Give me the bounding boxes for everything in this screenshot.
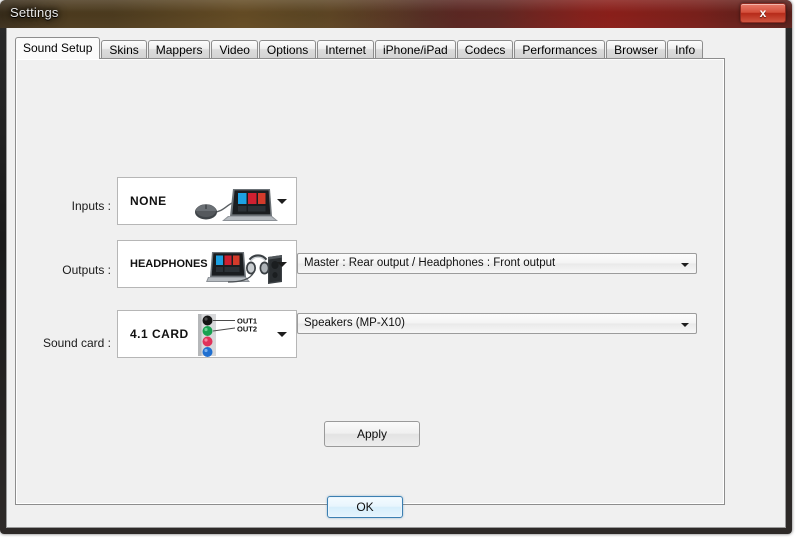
- window-titlebar[interactable]: Settings x: [0, 0, 792, 28]
- outputs-combo-chevron-down-icon: [277, 262, 287, 267]
- inputs-device-value: NONE: [130, 194, 167, 208]
- inputs-combo-chevron-down-icon: [277, 199, 287, 204]
- tab-options[interactable]: Options: [258, 40, 317, 59]
- tab-video[interactable]: Video: [211, 40, 258, 59]
- tab-performances[interactable]: Performances: [514, 40, 606, 59]
- window-client-area: Sound Setup Skins Mappers Video Options …: [6, 28, 786, 528]
- tab-strip: Sound Setup Skins Mappers Video Options …: [15, 37, 725, 59]
- sound-card-device-value: 4.1 CARD: [130, 327, 189, 341]
- outputs-routing-combo[interactable]: Master : Rear output / Headphones : Fron…: [297, 253, 697, 274]
- outputs-device-value: HEADPHONES: [130, 258, 208, 270]
- sound-card-label: Sound card :: [42, 336, 111, 350]
- titlebar-gloss: [0, 0, 792, 12]
- tab-codecs[interactable]: Codecs: [456, 40, 514, 59]
- tab-page-sound-setup: Inputs : NONE Outputs: HEADPHONES Maste…: [15, 58, 725, 505]
- sound-card-device-chevron-down-icon: [681, 323, 689, 327]
- apply-button[interactable]: Apply: [324, 421, 420, 447]
- inputs-device-combo[interactable]: NONE: [117, 177, 297, 225]
- sound-card-device-name: Speakers (MP-X10): [304, 317, 405, 329]
- ok-button[interactable]: OK: [327, 496, 403, 518]
- window-title: Settings: [10, 5, 59, 20]
- tab-sound-setup[interactable]: Sound Setup: [15, 37, 101, 59]
- close-button[interactable]: x: [740, 3, 786, 23]
- outputs-routing-chevron-down-icon: [681, 263, 689, 267]
- audio-jacks-icon: OUT1 OUT2: [198, 314, 257, 357]
- tab-skins[interactable]: Skins: [101, 40, 147, 59]
- sound-card-device-select[interactable]: Speakers (MP-X10): [297, 313, 697, 334]
- tab-iphone-ipad[interactable]: iPhone/iPad: [374, 40, 456, 59]
- tab-mappers[interactable]: Mappers: [147, 40, 211, 59]
- inputs-label: Inputs :: [71, 199, 111, 213]
- svg-text:OUT2: OUT2: [237, 325, 257, 334]
- sound-card-device-combo[interactable]: 4.1 CARD OUT1 OUT2: [117, 310, 297, 358]
- outputs-device-combo[interactable]: HEADPHONES: [117, 240, 297, 288]
- screenshot-root: Settings x Sound Setup Skins Mappers Vid…: [0, 0, 800, 540]
- tab-internet[interactable]: Internet: [317, 40, 374, 59]
- outputs-routing-value: Master : Rear output / Headphones : Fron…: [304, 257, 556, 269]
- laptop-headphones-speaker-icon: [206, 252, 282, 284]
- outputs-label: Outputs :: [62, 263, 111, 277]
- sound-card-combo-chevron-down-icon: [277, 332, 287, 337]
- tab-browser[interactable]: Browser: [606, 40, 667, 59]
- laptop-mouse-icon: [195, 189, 278, 221]
- settings-window: Settings x Sound Setup Skins Mappers Vid…: [0, 0, 792, 534]
- tab-info[interactable]: Info: [667, 40, 704, 59]
